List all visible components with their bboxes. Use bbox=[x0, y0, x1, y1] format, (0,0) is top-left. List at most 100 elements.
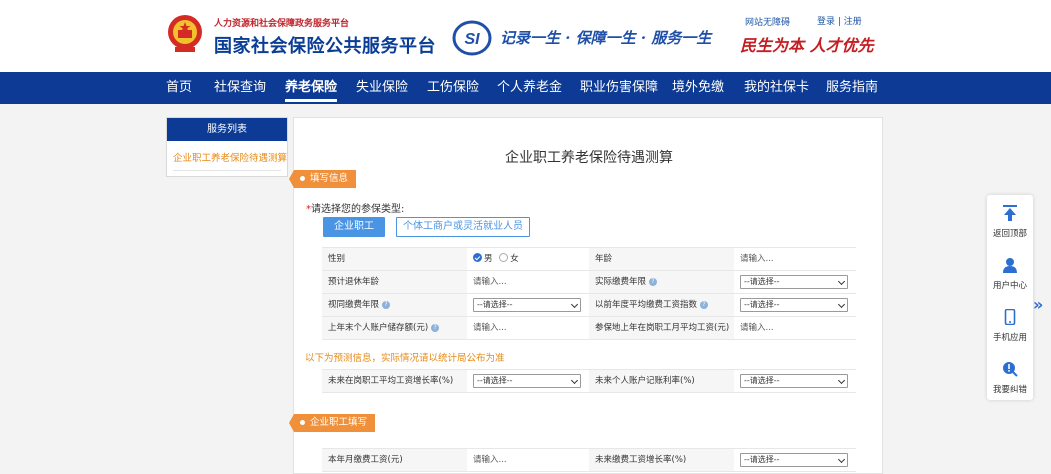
nav-unemployment[interactable]: 失业保险 bbox=[356, 72, 408, 104]
avg-index-cell: --请选择-- bbox=[734, 294, 856, 316]
forecast-notice: 以下为预测信息，实际情况请以统计局公布为准 bbox=[305, 353, 505, 364]
collapse-toolbar-icon[interactable]: » bbox=[1033, 295, 1043, 314]
mobile-app-label: 手机应用 bbox=[992, 333, 1027, 343]
last-balance-input[interactable]: 请输入... bbox=[467, 317, 589, 339]
future-wage-growth-cell: --请选择-- bbox=[467, 370, 589, 392]
nav-home[interactable]: 首页 bbox=[166, 72, 192, 104]
retire-age-label: 预计退休年龄 bbox=[322, 271, 467, 293]
future-interest-select[interactable]: --请选择-- bbox=[740, 374, 848, 388]
table-row: 上年末个人账户储存额(元)? 请输入... 参保地上年在岗职工月平均工资(元) … bbox=[322, 317, 856, 340]
sidebar-heading: 服务列表 bbox=[167, 118, 287, 141]
monthly-wage-input[interactable]: 请输入... bbox=[467, 449, 589, 471]
future-contrib-growth-label: 未来缴费工资增长率(%) bbox=[589, 449, 734, 471]
report-error-button[interactable]: 我要纠错 bbox=[987, 351, 1033, 399]
retire-age-input[interactable]: 请输入... bbox=[467, 271, 589, 293]
future-interest-cell: --请选择-- bbox=[734, 370, 856, 392]
nav-work-injury[interactable]: 工伤保险 bbox=[427, 72, 479, 104]
table-row: 视同缴费年限? --请选择-- 以前年度平均缴费工资指数? --请选择-- bbox=[322, 294, 856, 317]
service-sidebar: 服务列表 企业职工养老保险待遇测算 bbox=[166, 117, 288, 177]
avg-index-select[interactable]: --请选择-- bbox=[740, 298, 848, 312]
site-header: 人力资源和社会保障政务服务平台 国家社会保险公共服务平台 SI 记录一生 · 保… bbox=[0, 0, 1051, 72]
search-error-icon bbox=[1003, 362, 1018, 377]
actual-years-cell: --请选择-- bbox=[734, 271, 856, 293]
future-contrib-growth-select[interactable]: --请选择-- bbox=[740, 453, 848, 467]
actual-years-label: 实际缴费年限? bbox=[589, 271, 734, 293]
accessibility-link[interactable]: 网站无障碍 bbox=[745, 15, 790, 28]
table-row: 未来在岗职工平均工资增长率(%) --请选择-- 未来个人账户记账利率(%) -… bbox=[322, 370, 856, 393]
monthly-wage-label: 本年月缴费工资(元) bbox=[322, 449, 467, 471]
type-label-text: 请选择您的参保类型: bbox=[311, 204, 405, 215]
last-balance-label: 上年末个人账户储存额(元)? bbox=[322, 317, 467, 339]
mobile-app-button[interactable]: 手机应用 bbox=[987, 299, 1033, 347]
user-icon bbox=[1003, 258, 1017, 273]
future-wage-growth-label: 未来在岗职工平均工资增长率(%) bbox=[322, 370, 467, 392]
back-to-top-label: 返回顶部 bbox=[992, 229, 1027, 239]
user-center-label: 用户中心 bbox=[992, 281, 1027, 291]
slogan: 记录一生 · 保障一生 · 服务一生 bbox=[500, 29, 712, 47]
float-toolbar: 返回顶部 用户中心 手机应用 我要纠错 bbox=[987, 195, 1033, 400]
section-tag-fill-info: 填写信息 bbox=[288, 170, 357, 188]
gender-label: 性别 bbox=[322, 248, 467, 270]
back-to-top-button[interactable]: 返回顶部 bbox=[987, 195, 1033, 243]
type-individual-button[interactable]: 个体工商户或灵活就业人员 bbox=[396, 217, 530, 237]
si-logo-text: SI bbox=[464, 31, 480, 48]
site-title[interactable]: 国家社会保险公共服务平台 bbox=[214, 32, 436, 58]
site-subtitle: 人力资源和社会保障政务服务平台 bbox=[214, 19, 350, 29]
nav-my-si-card[interactable]: 我的社保卡 bbox=[744, 72, 809, 104]
sidebar-item-pension-calc[interactable]: 企业职工养老保险待遇测算 bbox=[167, 141, 287, 171]
deemed-years-select[interactable]: --请选择-- bbox=[473, 298, 581, 312]
actual-years-label-text: 实际缴费年限 bbox=[595, 277, 647, 287]
deemed-years-label: 视同缴费年限? bbox=[322, 294, 467, 316]
motto: 民生为本 人才优先 bbox=[740, 36, 874, 55]
age-label: 年龄 bbox=[589, 248, 734, 270]
help-icon[interactable]: ? bbox=[431, 324, 440, 332]
nav-occupational-injury[interactable]: 职业伤害保障 bbox=[580, 72, 658, 104]
employee-table: 本年月缴费工资(元) 请输入... 未来缴费工资增长率(%) --请选择-- bbox=[322, 448, 856, 472]
gender-male-radio[interactable] bbox=[473, 253, 482, 262]
actual-years-select[interactable]: --请选择-- bbox=[740, 275, 848, 289]
basic-info-table: 性别 男 女 年龄 请输入... 预计退休年龄 请输入... 实际缴费年限? -… bbox=[322, 247, 856, 340]
last-avg-wage-label: 参保地上年在岗职工月平均工资(元) bbox=[589, 317, 734, 339]
main-nav: 首页 社保查询 养老保险 失业保险 工伤保险 个人养老金 职业伤害保障 境外免缴… bbox=[0, 72, 1051, 104]
avg-index-label-text: 以前年度平均缴费工资指数 bbox=[595, 300, 698, 310]
gender-options: 男 女 bbox=[467, 248, 589, 270]
arrow-up-icon bbox=[1003, 205, 1017, 221]
sidebar-item-label: 企业职工养老保险待遇测算 bbox=[173, 153, 288, 164]
last-balance-label-text: 上年末个人账户储存额(元) bbox=[328, 323, 429, 333]
user-center-button[interactable]: 用户中心 bbox=[987, 247, 1033, 295]
type-enterprise-button[interactable]: 企业职工 bbox=[323, 217, 385, 237]
help-icon[interactable]: ? bbox=[700, 301, 709, 309]
mobile-phone-icon bbox=[1004, 309, 1016, 325]
page-title: 企业职工养老保险待遇测算 bbox=[505, 150, 673, 166]
nav-service-guide[interactable]: 服务指南 bbox=[826, 72, 878, 104]
age-input[interactable]: 请输入... bbox=[734, 248, 856, 270]
gender-male-label: 男 bbox=[484, 254, 493, 264]
calculator-panel: 企业职工养老保险待遇测算 填写信息 *请选择您的参保类型: 企业职工 个体工商户… bbox=[288, 117, 883, 474]
nav-si-query[interactable]: 社保查询 bbox=[214, 72, 266, 104]
table-row: 性别 男 女 年龄 请输入... bbox=[322, 248, 856, 271]
future-interest-label: 未来个人账户记账利率(%) bbox=[589, 370, 734, 392]
nav-personal-pension[interactable]: 个人养老金 bbox=[497, 72, 562, 104]
gender-female-label: 女 bbox=[510, 254, 519, 264]
type-label: *请选择您的参保类型: bbox=[306, 200, 404, 215]
section-tag-employee: 企业职工填写 bbox=[288, 414, 376, 432]
deemed-years-label-text: 视同缴费年限 bbox=[328, 300, 380, 310]
help-icon[interactable]: ? bbox=[649, 278, 658, 286]
nav-overseas-exemption[interactable]: 境外免缴 bbox=[672, 72, 724, 104]
avg-index-label: 以前年度平均缴费工资指数? bbox=[589, 294, 734, 316]
si-logo-icon: SI bbox=[452, 20, 492, 56]
report-error-label: 我要纠错 bbox=[992, 385, 1027, 395]
forecast-table: 未来在岗职工平均工资增长率(%) --请选择-- 未来个人账户记账利率(%) -… bbox=[322, 369, 856, 393]
national-emblem-icon bbox=[168, 15, 202, 52]
table-row: 预计退休年龄 请输入... 实际缴费年限? --请选择-- bbox=[322, 271, 856, 294]
future-wage-growth-select[interactable]: --请选择-- bbox=[473, 374, 581, 388]
login-register-link[interactable]: 登录 | 注册 bbox=[817, 14, 862, 27]
last-avg-wage-input[interactable]: 请输入... bbox=[734, 317, 856, 339]
nav-pension[interactable]: 养老保险 bbox=[285, 72, 338, 102]
help-icon[interactable]: ? bbox=[382, 301, 391, 309]
table-row: 本年月缴费工资(元) 请输入... 未来缴费工资增长率(%) --请选择-- bbox=[322, 449, 856, 472]
deemed-years-cell: --请选择-- bbox=[467, 294, 589, 316]
gender-female-radio[interactable] bbox=[499, 253, 509, 262]
sidebar-divider bbox=[173, 170, 281, 171]
future-contrib-growth-cell: --请选择-- bbox=[734, 449, 856, 471]
